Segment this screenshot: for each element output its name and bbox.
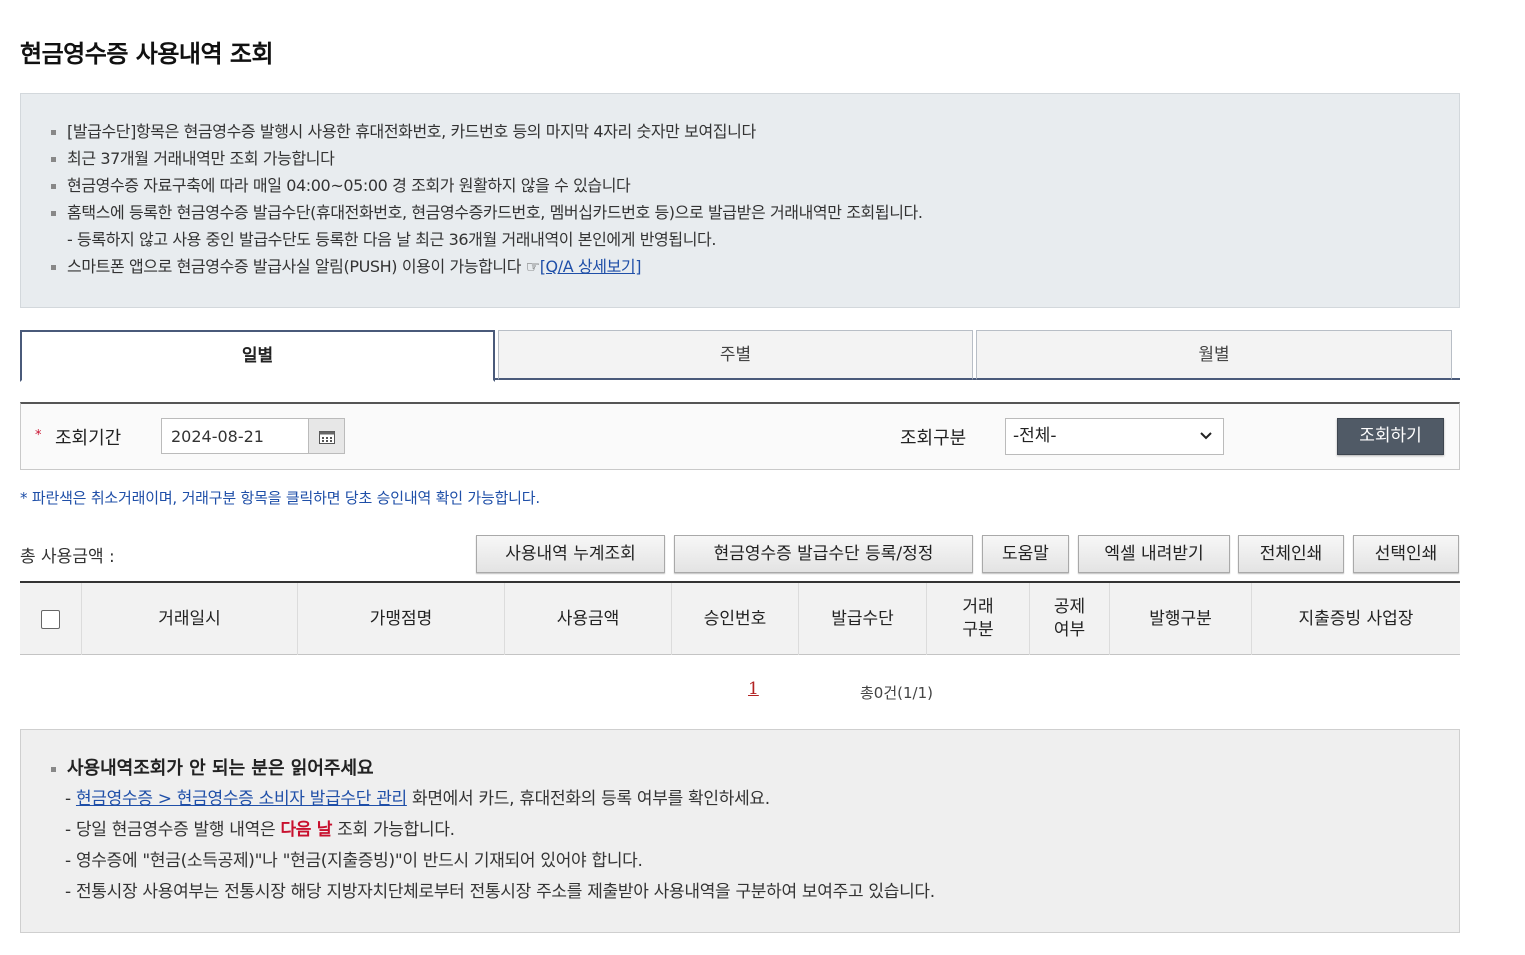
notice-subitem: - 등록하지 않고 사용 중인 발급수단도 등록한 다음 날 최근 36개월 거… — [51, 226, 1459, 253]
header-deduction-l2: 여부 — [1053, 620, 1086, 640]
table-header: 거래일시 가맹점명 사용금액 승인번호 발급수단 거래 구분 공제 여부 발행구… — [20, 581, 1460, 655]
notice-text: 현금영수증 자료구축에 따라 매일 04:00~05:00 경 조회가 원활하지… — [67, 176, 631, 195]
chevron-down-icon — [1200, 432, 1212, 440]
bullet-icon — [51, 157, 56, 162]
search-panel: * 조회기간 조회구분 -전체- 조회하기 — [20, 402, 1460, 470]
notice-item: 스마트폰 앱으로 현금영수증 발급사실 알림(PUSH) 이용이 가능합니다 ☞… — [51, 253, 1459, 280]
notice-text: 스마트폰 앱으로 현금영수증 발급사실 알림(PUSH) 이용이 가능합니다 ☞ — [67, 257, 540, 276]
bullet-icon — [51, 184, 56, 189]
bullet-icon — [51, 767, 56, 772]
tab-weekly[interactable]: 주별 — [498, 330, 973, 380]
notice-text: - 등록하지 않고 사용 중인 발급수단도 등록한 다음 날 최근 36개월 거… — [67, 230, 717, 249]
bullet-icon — [51, 211, 56, 216]
period-tabs: 일별 주별 월별 — [20, 330, 1460, 382]
help-title-text: 사용내역조회가 안 되는 분은 읽어주세요 — [67, 758, 374, 779]
pager-page-1[interactable]: 1 — [748, 679, 759, 699]
help-text: 조회 가능합니다. — [332, 820, 455, 840]
header-trade-type-l1: 거래 — [962, 597, 994, 617]
header-business[interactable]: 지출증빙 사업장 — [1252, 583, 1460, 655]
notice-text: 홈택스에 등록한 현금영수증 발급수단(휴대전화번호, 현금영수증카드번호, 멤… — [67, 203, 923, 222]
tab-daily[interactable]: 일별 — [20, 330, 495, 382]
required-mark: * — [35, 428, 42, 443]
help-button[interactable]: 도움말 — [982, 535, 1069, 573]
next-day-emphasis: 다음 날 — [280, 820, 333, 840]
help-box: 사용내역조회가 안 되는 분은 읽어주세요 - 현금영수증 > 현금영수증 소비… — [20, 729, 1460, 933]
header-amount[interactable]: 사용금액 — [505, 583, 672, 655]
notice-item: [발급수단]항목은 현금영수증 발행시 사용한 휴대전화번호, 카드번호 등의 … — [51, 118, 1459, 145]
help-line: - 전통시장 사용여부는 전통시장 해당 지방자치단체로부터 전통시장 주소를 … — [65, 882, 935, 902]
qa-detail-link[interactable]: [Q/A 상세보기] — [540, 257, 642, 276]
help-text: - — [65, 789, 76, 809]
header-issue-type[interactable]: 발행구분 — [1110, 583, 1252, 655]
header-issue-means[interactable]: 발급수단 — [799, 583, 927, 655]
register-button[interactable]: 현금영수증 발급수단 등록/정정 — [674, 535, 973, 573]
notice-item: 홈택스에 등록한 현금영수증 발급수단(휴대전화번호, 현금영수증카드번호, 멤… — [51, 199, 1459, 226]
bullet-icon — [51, 130, 56, 135]
page-title: 현금영수증 사용내역 조회 — [20, 40, 274, 68]
header-trade-type-l2: 구분 — [962, 620, 994, 640]
cumulative-button[interactable]: 사용내역 누계조회 — [476, 535, 665, 573]
notice-box: [발급수단]항목은 현금영수증 발행시 사용한 휴대전화번호, 카드번호 등의 … — [20, 93, 1460, 308]
calendar-icon — [319, 431, 335, 444]
type-select-value: -전체- — [1013, 426, 1057, 446]
bullet-icon — [51, 265, 56, 270]
cancel-hint: * 파란색은 취소거래이며, 거래구분 항목을 클릭하면 당초 승인내역 확인 … — [20, 489, 540, 507]
select-all-cell — [20, 583, 82, 655]
calendar-button[interactable] — [308, 418, 345, 454]
print-selected-button[interactable]: 선택인쇄 — [1353, 535, 1459, 573]
header-deduction[interactable]: 공제 여부 — [1030, 583, 1110, 655]
result-count: 총0건(1/1) — [860, 684, 933, 702]
type-select[interactable]: -전체- — [1005, 418, 1224, 455]
header-deduction-l1: 공제 — [1053, 597, 1086, 617]
help-title: 사용내역조회가 안 되는 분은 읽어주세요 — [51, 756, 1459, 784]
header-trade-type[interactable]: 거래 구분 — [927, 583, 1030, 655]
print-all-button[interactable]: 전체인쇄 — [1238, 535, 1344, 573]
help-text: 화면에서 카드, 휴대전화의 등록 여부를 확인하세요. — [406, 789, 770, 809]
search-button[interactable]: 조회하기 — [1337, 418, 1444, 455]
tab-monthly[interactable]: 월별 — [976, 330, 1452, 380]
help-line: - 영수증에 "현금(소득공제)"나 "현금(지출증빙)"이 반드시 기재되어 … — [65, 851, 643, 871]
header-datetime[interactable]: 거래일시 — [82, 583, 298, 655]
help-line: - 당일 현금영수증 발행 내역은 다음 날 조회 가능합니다. — [51, 815, 1459, 846]
date-input[interactable] — [161, 418, 309, 454]
type-label: 조회구분 — [900, 428, 967, 449]
header-approval[interactable]: 승인번호 — [672, 583, 799, 655]
total-amount-label: 총 사용금액 : — [20, 547, 115, 567]
help-line: - 현금영수증 > 현금영수증 소비자 발급수단 관리 화면에서 카드, 휴대전… — [51, 784, 1459, 815]
notice-text: 최근 37개월 거래내역만 조회 가능합니다 — [67, 149, 335, 168]
notice-item: 최근 37개월 거래내역만 조회 가능합니다 — [51, 145, 1459, 172]
header-merchant[interactable]: 가맹점명 — [298, 583, 505, 655]
period-label: 조회기간 — [55, 428, 122, 449]
notice-text: [발급수단]항목은 현금영수증 발행시 사용한 휴대전화번호, 카드번호 등의 … — [67, 122, 756, 141]
select-all-checkbox[interactable] — [41, 609, 60, 629]
notice-item: 현금영수증 자료구축에 따라 매일 04:00~05:00 경 조회가 원활하지… — [51, 172, 1459, 199]
issue-means-manage-link[interactable]: 현금영수증 > 현금영수증 소비자 발급수단 관리 — [76, 789, 407, 809]
excel-download-button[interactable]: 엑셀 내려받기 — [1078, 535, 1230, 573]
help-text: - 당일 현금영수증 발행 내역은 — [65, 820, 281, 840]
